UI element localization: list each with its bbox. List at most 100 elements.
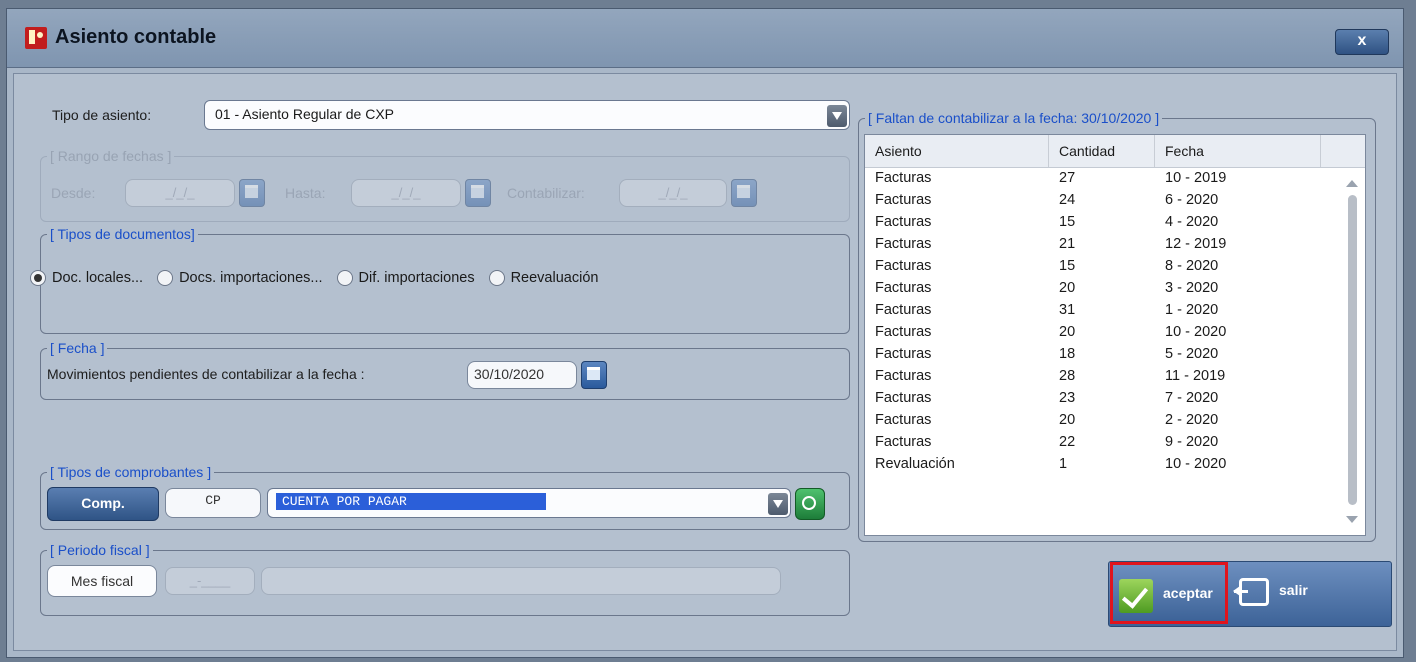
- cell-cantidad: 20: [1059, 324, 1076, 340]
- fecha-field[interactable]: 30/10/2020: [467, 361, 577, 389]
- radio-button-selected[interactable]: [30, 270, 46, 286]
- column-header-cantidad[interactable]: Cantidad: [1049, 135, 1155, 167]
- table-row[interactable]: Facturas 27 10 - 2019: [865, 167, 1365, 189]
- table-row[interactable]: Facturas 31 1 - 2020: [865, 299, 1365, 321]
- contabilizar-field[interactable]: _/_/_: [619, 179, 727, 207]
- periodo-fiscal-description-field[interactable]: [261, 567, 781, 595]
- table-row[interactable]: Revaluación 1 10 - 2020: [865, 453, 1365, 475]
- desde-calendar-icon[interactable]: [239, 179, 265, 207]
- cell-fecha: 10 - 2019: [1165, 170, 1227, 186]
- mes-fiscal-button[interactable]: Mes fiscal: [47, 565, 157, 597]
- radio-docs-importaciones[interactable]: Docs. importaciones...: [157, 270, 323, 286]
- cell-cantidad: 15: [1059, 258, 1076, 274]
- cell-cantidad: 27: [1059, 170, 1076, 186]
- tipos-comprobantes-group: [ Tipos de comprobantes ] Comp. CP CUENT…: [40, 464, 850, 530]
- tipos-documentos-radio-group: Doc. locales... Docs. importaciones... D…: [30, 270, 606, 286]
- fecha-label: Movimientos pendientes de contabilizar a…: [47, 366, 365, 382]
- cell-fecha: 4 - 2020: [1165, 214, 1219, 230]
- radio-button[interactable]: [488, 270, 505, 286]
- table-row[interactable]: Facturas 20 3 - 2020: [865, 277, 1365, 299]
- rango-fechas-title: [ Rango de fechas ]: [47, 148, 175, 164]
- cell-fecha: 3 - 2020: [1165, 280, 1219, 296]
- cell-asiento: Facturas: [875, 302, 932, 318]
- tipo-asiento-label: Tipo de asiento:: [52, 107, 152, 123]
- radio-dif-importaciones[interactable]: Dif. importaciones: [336, 270, 475, 286]
- checkmark-icon: [1119, 579, 1153, 613]
- cell-fecha: 12 - 2019: [1165, 236, 1227, 252]
- cell-fecha: 11 - 2019: [1165, 368, 1226, 384]
- cell-fecha: 9 - 2020: [1165, 434, 1219, 450]
- comprobante-description: CUENTA POR PAGAR: [276, 493, 546, 510]
- cell-asiento: Facturas: [875, 258, 932, 274]
- close-button[interactable]: x: [1335, 29, 1389, 55]
- fecha-calendar-icon[interactable]: [581, 361, 607, 389]
- cell-asiento: Revaluación: [875, 456, 955, 472]
- cell-asiento: Facturas: [875, 324, 932, 340]
- chevron-down-icon[interactable]: [768, 493, 788, 515]
- accept-button[interactable]: aceptar: [1110, 562, 1228, 624]
- cell-asiento: Facturas: [875, 390, 932, 406]
- cell-cantidad: 24: [1059, 192, 1076, 208]
- hasta-field[interactable]: _/_/_: [351, 179, 461, 207]
- exit-icon[interactable]: [1233, 578, 1269, 606]
- cell-asiento: Facturas: [875, 412, 932, 428]
- cell-asiento: Facturas: [875, 236, 932, 252]
- app-icon: [25, 27, 47, 49]
- cell-fecha: 7 - 2020: [1165, 390, 1219, 406]
- cell-fecha: 10 - 2020: [1165, 324, 1227, 340]
- table-row[interactable]: Facturas 20 10 - 2020: [865, 321, 1365, 343]
- table-row[interactable]: Facturas 15 8 - 2020: [865, 255, 1365, 277]
- cell-fecha: 8 - 2020: [1165, 258, 1219, 274]
- table-row[interactable]: Facturas 15 4 - 2020: [865, 211, 1365, 233]
- hasta-calendar-icon[interactable]: [465, 179, 491, 207]
- comprobante-select[interactable]: CUENTA POR PAGAR: [267, 488, 791, 518]
- vertical-scrollbar[interactable]: [1345, 175, 1359, 531]
- comprobante-code-field[interactable]: CP: [165, 488, 261, 518]
- tipo-asiento-value: 01 - Asiento Regular de CXP: [215, 106, 394, 122]
- action-panel: aceptar salir: [1108, 561, 1392, 627]
- exit-button-label[interactable]: salir: [1279, 582, 1308, 598]
- cell-fecha: 10 - 2020: [1165, 456, 1227, 472]
- cell-cantidad: 23: [1059, 390, 1076, 406]
- table-row[interactable]: Facturas 28 11 - 2019: [865, 365, 1365, 387]
- table-row[interactable]: Facturas 20 2 - 2020: [865, 409, 1365, 431]
- refresh-icon[interactable]: [795, 488, 825, 520]
- column-header-asiento[interactable]: Asiento: [865, 135, 1049, 167]
- radio-dif-importaciones-label: Dif. importaciones: [358, 270, 475, 286]
- radio-button[interactable]: [336, 270, 353, 286]
- cell-asiento: Facturas: [875, 170, 932, 186]
- table-row[interactable]: Facturas 23 7 - 2020: [865, 387, 1365, 409]
- periodo-fiscal-code-field[interactable]: _-____: [165, 567, 255, 595]
- table-row[interactable]: Facturas 21 12 - 2019: [865, 233, 1365, 255]
- comp-button[interactable]: Comp.: [47, 487, 159, 521]
- table-row[interactable]: Facturas 18 5 - 2020: [865, 343, 1365, 365]
- asiento-contable-window: Asiento contable x Tipo de asiento: 01 -…: [6, 8, 1404, 658]
- radio-doc-locales[interactable]: Doc. locales...: [30, 270, 143, 286]
- window-title: Asiento contable: [55, 26, 217, 48]
- cell-asiento: Facturas: [875, 346, 932, 362]
- radio-reevaluacion[interactable]: Reevaluación: [488, 270, 599, 286]
- radio-reevaluacion-label: Reevaluación: [510, 270, 599, 286]
- tipo-asiento-select[interactable]: 01 - Asiento Regular de CXP: [204, 100, 850, 130]
- scroll-up-icon[interactable]: [1346, 180, 1358, 187]
- radio-docs-importaciones-label: Docs. importaciones...: [179, 270, 323, 286]
- scroll-down-icon[interactable]: [1346, 516, 1358, 523]
- cell-cantidad: 20: [1059, 280, 1076, 296]
- periodo-fiscal-title: [ Periodo fiscal ]: [47, 542, 153, 558]
- cell-fecha: 5 - 2020: [1165, 346, 1219, 362]
- radio-button[interactable]: [157, 270, 174, 286]
- desde-field[interactable]: _/_/_: [125, 179, 235, 207]
- desde-label: Desde:: [51, 185, 96, 201]
- cell-cantidad: 1: [1059, 456, 1068, 472]
- chevron-down-icon[interactable]: [827, 105, 847, 127]
- contabilizar-calendar-icon[interactable]: [731, 179, 757, 207]
- table-row[interactable]: Facturas 24 6 - 2020: [865, 189, 1365, 211]
- title-bar: Asiento contable x: [7, 9, 1403, 68]
- cell-asiento: Facturas: [875, 368, 932, 384]
- cell-cantidad: 21: [1059, 236, 1076, 252]
- cell-asiento: Facturas: [875, 214, 932, 230]
- scrollbar-thumb[interactable]: [1348, 195, 1357, 505]
- column-header-fecha[interactable]: Fecha: [1155, 135, 1321, 167]
- table-row[interactable]: Facturas 22 9 - 2020: [865, 431, 1365, 453]
- accept-label: aceptar: [1163, 585, 1213, 601]
